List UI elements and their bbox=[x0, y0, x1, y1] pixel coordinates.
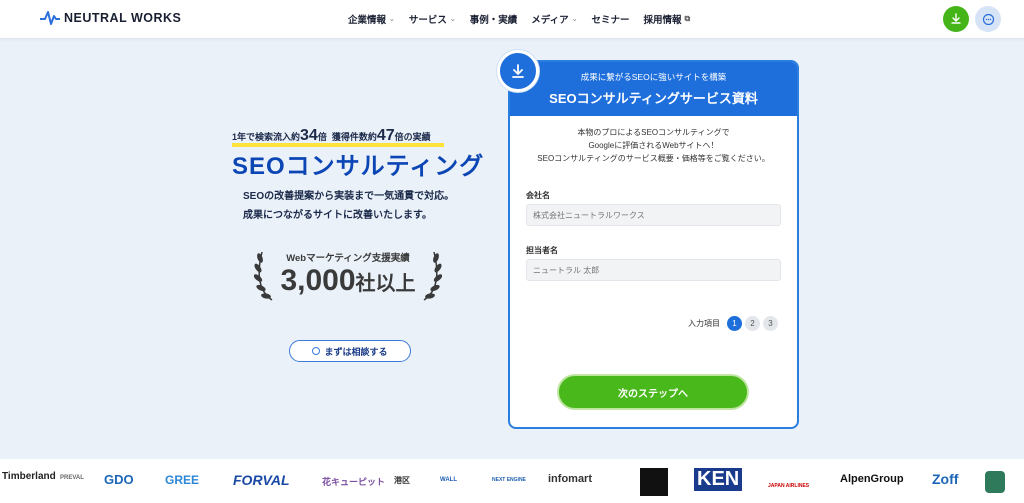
company-field[interactable] bbox=[526, 204, 781, 226]
client-logo: AlpenGroup bbox=[840, 473, 904, 485]
stat-text: 1年で検索流入約 bbox=[232, 132, 301, 142]
achievement-stats: 1年で検索流入約34倍 獲得件数約47倍の実績 bbox=[232, 127, 431, 145]
external-link-icon: ⧉ bbox=[684, 14, 691, 23]
client-logo: Timberland bbox=[2, 471, 56, 482]
intro-line: SEOコンサルティングのサービス概要・価格等をご覧ください。 bbox=[537, 154, 770, 163]
desc-line: SEOの改善提案から実装まで一気通貫で対応。 bbox=[243, 191, 455, 202]
client-logo: infomart bbox=[548, 473, 592, 485]
form-intro: 本物のプロによるSEOコンサルティングで Googleに評価されるWebサイトへ… bbox=[510, 126, 797, 165]
nav-item-media[interactable]: メディア ⌄ bbox=[531, 12, 577, 26]
form-subtitle: 成果に繋がるSEOに強いサイトを構築 bbox=[580, 72, 727, 82]
nav-label: 企業情報 bbox=[348, 15, 387, 26]
client-logo: FORVAL bbox=[233, 472, 290, 488]
achievement-badge: Webマーケティング支援実績 3,000社以上 bbox=[252, 244, 444, 304]
nav-item-seminar[interactable]: セミナー bbox=[592, 12, 630, 26]
nav-label: サービス bbox=[408, 15, 447, 26]
download-icon bbox=[951, 13, 961, 24]
consult-button[interactable]: まずは相談する bbox=[289, 340, 411, 362]
client-logo: NEXT ENGINE bbox=[492, 477, 526, 483]
consult-button-label: まずは相談する bbox=[324, 346, 388, 357]
stat-number: 34 bbox=[300, 127, 318, 144]
client-logo: KEN bbox=[694, 468, 743, 491]
client-logo: JAPAN AIRLINES bbox=[768, 483, 810, 489]
client-logo: WALL bbox=[440, 477, 457, 483]
person-name-field[interactable] bbox=[526, 259, 781, 281]
nav-item-services[interactable]: サービス ⌄ bbox=[409, 12, 456, 26]
client-logo-emblem bbox=[640, 468, 668, 496]
nav-label: 採用情報 bbox=[643, 15, 682, 26]
chat-icon bbox=[982, 13, 994, 25]
award-unit: 社以上 bbox=[355, 273, 416, 295]
chevron-down-icon: ⌄ bbox=[449, 16, 456, 23]
award-number: 3,000社以上 bbox=[252, 264, 444, 298]
pulse-icon bbox=[40, 11, 60, 25]
brand-name: NEUTRAL WORKS bbox=[64, 11, 182, 25]
download-form-card: 成果に繋がるSEOに強いサイトを構築 SEOコンサルティングサービス資料 本物の… bbox=[508, 60, 799, 429]
contact-button[interactable] bbox=[975, 6, 1001, 32]
form-title: SEOコンサルティングサービス資料 bbox=[549, 91, 758, 106]
client-logo-crest bbox=[985, 471, 1005, 493]
download-button[interactable] bbox=[943, 6, 969, 32]
steps-label: 入力項目 bbox=[688, 319, 720, 328]
main-nav: 企業情報 ⌄ サービス ⌄ 事例・実績 メディア ⌄ セミナー 採用情報 ⧉ bbox=[348, 12, 704, 26]
client-logo: Zoff bbox=[932, 471, 959, 487]
step-2: 2 bbox=[745, 316, 760, 331]
nav-item-cases[interactable]: 事例・実績 bbox=[470, 12, 518, 26]
company-label: 会社名 bbox=[526, 191, 550, 200]
nav-item-company[interactable]: 企業情報 ⌄ bbox=[348, 12, 395, 26]
form-header: 成果に繋がるSEOに強いサイトを構築 SEOコンサルティングサービス資料 bbox=[510, 62, 797, 116]
page-title: SEOコンサルティング bbox=[232, 153, 485, 180]
next-step-label: 次のステップへ bbox=[618, 388, 688, 400]
award-subtitle: Webマーケティング支援実績 bbox=[286, 253, 410, 264]
client-logo: 港区 bbox=[394, 476, 410, 485]
step-3: 3 bbox=[763, 316, 778, 331]
step-1: 1 bbox=[727, 316, 742, 331]
nav-label: メディア bbox=[531, 15, 569, 26]
client-logo: 花キューピット bbox=[322, 477, 386, 487]
intro-line: 本物のプロによるSEOコンサルティングで bbox=[577, 128, 730, 137]
nav-label: セミナー bbox=[591, 15, 630, 26]
award-value: 3,000 bbox=[280, 264, 356, 297]
brand-logo[interactable]: NEUTRAL WORKS bbox=[40, 10, 181, 26]
hero-description: SEOの改善提案から実装まで一気通貫で対応。 成果につながるサイトに改善いたしま… bbox=[243, 187, 454, 225]
client-logo: PREVAL bbox=[60, 475, 84, 481]
stat-text: 倍の実績 bbox=[394, 132, 431, 142]
chevron-down-icon: ⌄ bbox=[571, 16, 578, 23]
intro-line: Googleに評価されるWebサイトへ！ bbox=[588, 141, 719, 150]
nav-item-recruit[interactable]: 採用情報 ⧉ bbox=[644, 12, 691, 26]
stat-number: 47 bbox=[376, 127, 395, 144]
form-download-badge bbox=[497, 50, 539, 92]
circle-icon bbox=[312, 347, 321, 355]
nav-label: 事例・実績 bbox=[469, 15, 518, 26]
desc-line: 成果につながるサイトに改善いたします。 bbox=[243, 210, 432, 221]
stat-text: 獲得件数約 bbox=[331, 132, 377, 142]
client-logo: GDO bbox=[104, 472, 134, 487]
next-step-button[interactable]: 次のステップへ bbox=[557, 374, 749, 410]
client-logos-strip: Timberland PREVAL GDO GREE FORVAL 花キューピッ… bbox=[0, 459, 1024, 503]
download-icon bbox=[512, 64, 524, 78]
person-label: 担当者名 bbox=[526, 246, 558, 255]
client-logo: GREE bbox=[165, 473, 200, 487]
step-indicator: 入力項目 1 2 3 bbox=[688, 316, 778, 331]
chevron-down-icon: ⌄ bbox=[389, 16, 395, 23]
stat-text: 倍 bbox=[317, 132, 327, 142]
site-header: NEUTRAL WORKS 企業情報 ⌄ サービス ⌄ 事例・実績 メディア ⌄ セミ… bbox=[0, 0, 1024, 38]
